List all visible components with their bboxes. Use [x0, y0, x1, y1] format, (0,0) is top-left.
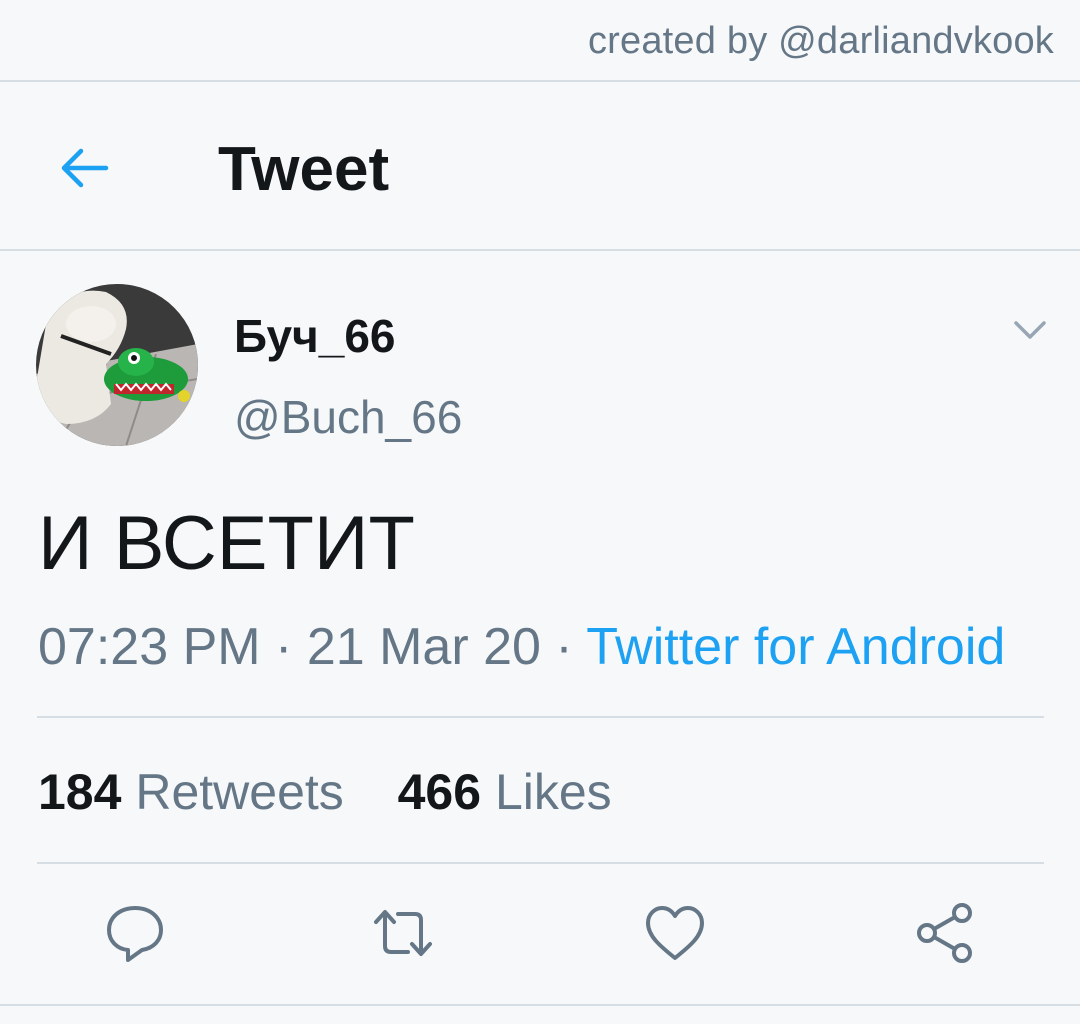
retweet-icon	[374, 910, 432, 956]
watermark-credit: created by @darliandvkook	[587, 20, 1054, 62]
arrow-left-icon	[61, 148, 109, 188]
stats-divider	[37, 862, 1044, 864]
meta-divider	[37, 716, 1044, 718]
back-button[interactable]	[52, 136, 116, 200]
chevron-down-icon	[1014, 321, 1046, 339]
top-divider	[0, 80, 1080, 82]
author-handle[interactable]: @Buch_66	[234, 390, 462, 444]
likes-label: Likes	[494, 764, 612, 820]
tweet-date[interactable]: 21 Mar 20	[307, 618, 541, 676]
tweet-source-link[interactable]: Twitter for Android	[586, 618, 1005, 676]
likes-count: 466	[397, 764, 482, 820]
avatar[interactable]	[36, 284, 198, 446]
actions-divider	[0, 1004, 1080, 1006]
likes-stat[interactable]: 466 Likes	[398, 764, 612, 820]
share-button[interactable]	[910, 898, 980, 968]
reply-icon	[107, 906, 163, 962]
tweet-text: И ВСЕТИТ	[38, 501, 415, 586]
retweets-stat[interactable]: 184 Retweets	[38, 764, 344, 820]
like-button[interactable]	[640, 898, 710, 968]
tweet-stats: 184 Retweets 466 Likes	[38, 763, 612, 821]
header-divider	[0, 249, 1080, 251]
author-display-name[interactable]: Буч_66	[234, 309, 396, 363]
like-icon	[646, 906, 704, 960]
share-icon	[917, 903, 972, 963]
more-options-button[interactable]	[1010, 312, 1050, 346]
meta-separator: ·	[275, 618, 293, 676]
page-title: Tweet	[218, 135, 390, 204]
meta-separator: ·	[555, 618, 573, 676]
retweets-label: Retweets	[135, 764, 344, 820]
retweet-button[interactable]	[368, 898, 438, 968]
retweets-count: 184	[38, 764, 122, 820]
reply-button[interactable]	[100, 898, 170, 968]
tweet-meta: 07:23 PM · 21 Mar 20 · Twitter for Andro…	[38, 617, 1005, 677]
tweet-time: 07:23 PM	[38, 618, 261, 676]
